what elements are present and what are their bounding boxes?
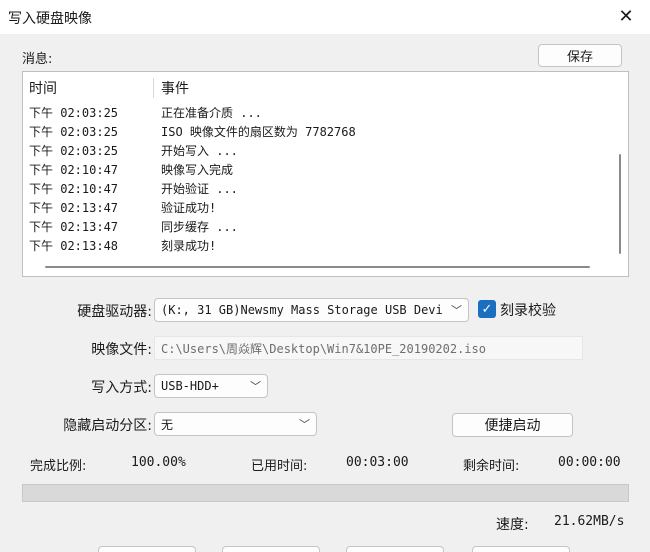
drive-label: 硬盘驱动器: (77, 304, 152, 320)
write-mode-value: USB-HDD+ (161, 379, 219, 393)
bottom-button-3[interactable] (346, 546, 444, 552)
image-file-field[interactable]: C:\Users\周焱辉\Desktop\Win7&10PE_20190202.… (154, 336, 583, 360)
column-header-time[interactable]: 时间 (29, 78, 57, 98)
chevron-down-icon: ﹀ (250, 380, 261, 393)
completion-ratio-value: 100.00% (131, 455, 186, 470)
log-row[interactable]: 下午 02:10:47 映像写入完成 (23, 159, 628, 178)
drive-value: (K:, 31 GB)Newsmy Mass Storage USB Devi (161, 303, 443, 317)
vertical-scrollbar[interactable] (619, 154, 621, 254)
log-header: 时间 事件 (23, 78, 628, 98)
bottom-button-1[interactable] (98, 546, 196, 552)
chevron-down-icon: ﹀ (451, 304, 462, 317)
speed-label: 速度: (496, 517, 529, 533)
log-event: 映像写入完成 (161, 163, 234, 177)
write-mode-label: 写入方式: (91, 380, 152, 396)
log-time: 下午 02:13:47 (29, 201, 119, 215)
progress-fill (23, 485, 628, 501)
window-title: 写入硬盘映像 (8, 11, 92, 27)
log-event: 同步缓存 ... (161, 220, 238, 234)
log-row[interactable]: 下午 02:13:48 刻录成功! (23, 235, 628, 254)
write-mode-select[interactable]: USB-HDD+ ﹀ (154, 374, 268, 398)
log-event: 刻录成功! (161, 239, 217, 253)
elapsed-time-value: 00:03:00 (346, 455, 409, 470)
title-bar: 写入硬盘映像 ✕ (0, 0, 650, 34)
message-log[interactable]: 时间 事件 下午 02:03:25 正在准备介质 ... 下午 02:03:25 I… (22, 71, 629, 277)
quick-boot-button[interactable]: 便捷启动 (452, 413, 573, 437)
log-row[interactable]: 下午 02:03:25 ISO 映像文件的扇区数为 7782768 (23, 121, 628, 140)
log-time: 下午 02:03:25 (29, 144, 119, 158)
log-row[interactable]: 下午 02:03:25 正在准备介质 ... (23, 102, 628, 121)
verify-label[interactable]: 刻录校验 (500, 300, 556, 320)
bottom-button-2[interactable] (222, 546, 320, 552)
log-time: 下午 02:10:47 (29, 182, 119, 196)
remaining-time-value: 00:00:00 (558, 455, 621, 470)
log-row[interactable]: 下午 02:13:47 验证成功! (23, 197, 628, 216)
bottom-button-4[interactable] (472, 546, 570, 552)
log-event: 开始写入 ... (161, 144, 238, 158)
column-header-event[interactable]: 事件 (161, 78, 189, 98)
drive-select[interactable]: (K:, 31 GB)Newsmy Mass Storage USB Devi … (154, 298, 469, 322)
save-button[interactable]: 保存 (538, 44, 622, 67)
chevron-down-icon: ﹀ (299, 418, 310, 431)
verify-checkbox[interactable]: ✓ (478, 300, 496, 318)
hidden-partition-value: 无 (161, 417, 174, 432)
completion-ratio-label: 完成比例: (30, 459, 87, 474)
close-button[interactable]: ✕ (610, 3, 642, 29)
hidden-partition-label: 隐藏启动分区: (63, 418, 152, 434)
progress-bar (22, 484, 629, 502)
log-event: ISO 映像文件的扇区数为 7782768 (161, 125, 356, 139)
messages-label: 消息: (22, 52, 53, 67)
log-time: 下午 02:03:25 (29, 106, 119, 120)
elapsed-time-label: 已用时间: (251, 459, 308, 474)
log-event: 验证成功! (161, 201, 217, 215)
log-row[interactable]: 下午 02:13:47 同步缓存 ... (23, 216, 628, 235)
horizontal-scrollbar[interactable] (45, 266, 590, 268)
log-rows: 下午 02:03:25 正在准备介质 ... 下午 02:03:25 ISO 映像文… (23, 102, 628, 254)
log-time: 下午 02:13:47 (29, 220, 119, 234)
log-event: 正在准备介质 ... (161, 106, 262, 120)
log-time: 下午 02:10:47 (29, 163, 119, 177)
log-event: 开始验证 ... (161, 182, 238, 196)
column-separator[interactable] (153, 78, 154, 98)
log-row[interactable]: 下午 02:03:25 开始写入 ... (23, 140, 628, 159)
log-time: 下午 02:03:25 (29, 125, 119, 139)
hidden-partition-select[interactable]: 无 ﹀ (154, 412, 317, 436)
image-file-label: 映像文件: (91, 342, 152, 358)
speed-value: 21.62MB/s (554, 514, 625, 529)
remaining-time-label: 剩余时间: (463, 459, 520, 474)
log-time: 下午 02:13:48 (29, 239, 119, 253)
close-icon: ✕ (618, 5, 634, 27)
log-row[interactable]: 下午 02:10:47 开始验证 ... (23, 178, 628, 197)
check-icon: ✓ (481, 301, 493, 317)
